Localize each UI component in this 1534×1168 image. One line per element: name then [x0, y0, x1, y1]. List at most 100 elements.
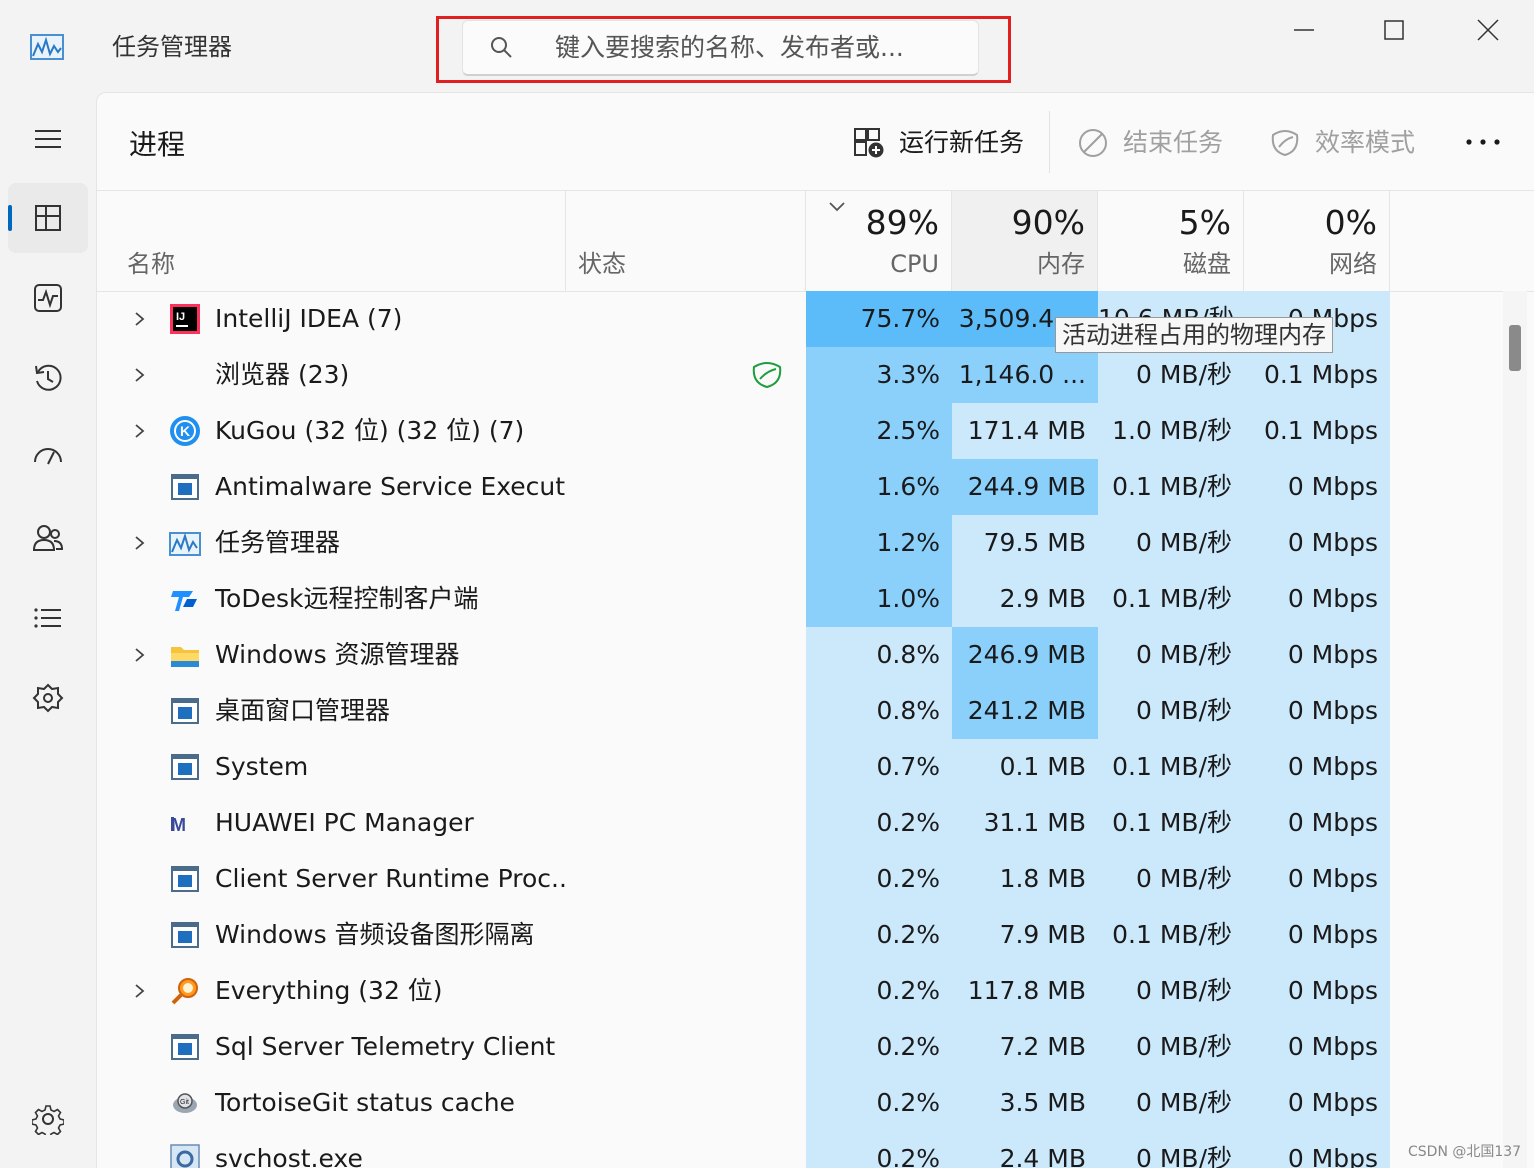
chevron-right-icon[interactable]	[133, 367, 147, 383]
disk-cell: 0.1 MB/秒	[1098, 571, 1244, 627]
network-cell: 0 Mbps	[1244, 963, 1390, 1019]
scrollbar-thumb[interactable]	[1509, 325, 1521, 371]
process-name: KuGou (32 位) (32 位) (7)	[215, 416, 525, 445]
network-cell: 0 Mbps	[1244, 1075, 1390, 1131]
process-row[interactable]: K KuGou (32 位) (32 位) (7) 2.5% 171.4 MB 1.0 …	[97, 403, 1534, 459]
disk-cell: 0.1 MB/秒	[1098, 459, 1244, 515]
process-row[interactable]: 桌面窗口管理器 0.8% 241.2 MB 0 MB/秒 0 Mbps	[97, 683, 1534, 739]
process-status-cell	[566, 291, 806, 347]
disk-cell: 0.1 MB/秒	[1098, 907, 1244, 963]
nav-item-settings[interactable]	[8, 1084, 88, 1154]
process-row[interactable]: ToDesk远程控制客户端 1.0% 2.9 MB 0.1 MB/秒 0 Mbps	[97, 571, 1534, 627]
memory-cell: 0.1 MB	[952, 739, 1098, 795]
nav-item-app-history[interactable]	[8, 343, 88, 413]
disk-cell: 0.1 MB/秒	[1098, 739, 1244, 795]
memory-cell: 2.4 MB	[952, 1131, 1098, 1168]
nav-item-services[interactable]	[8, 663, 88, 733]
prohibited-icon	[1079, 129, 1107, 157]
processes-icon	[35, 205, 61, 231]
process-row[interactable]: Git TortoiseGit status cache 0.2% 3.5 MB 0 M…	[97, 1075, 1534, 1131]
process-row[interactable]: svchost.exe 0.2% 2.4 MB 0 MB/秒 0 Mbps	[97, 1131, 1534, 1168]
process-name-cell: Antimalware Service Execut...	[97, 459, 565, 515]
network-cell: 0.1 Mbps	[1244, 347, 1390, 403]
process-name: Antimalware Service Execut...	[215, 472, 565, 501]
nav-item-users[interactable]	[8, 503, 88, 573]
vertical-scrollbar[interactable]	[1503, 291, 1527, 1168]
network-cell: 0 Mbps	[1244, 739, 1390, 795]
title-bar: 任务管理器 键入要搜索的名称、发布者或...	[0, 0, 1534, 92]
task-manager-icon	[169, 532, 201, 556]
svg-text:IJ: IJ	[176, 311, 185, 323]
nav-item-startup-apps[interactable]	[8, 423, 88, 493]
process-status-cell	[566, 403, 806, 459]
nav-item-performance[interactable]	[8, 263, 88, 333]
process-name: ToDesk远程控制客户端	[215, 584, 479, 613]
process-name-cell: svchost.exe	[97, 1131, 565, 1168]
efficiency-leaf-icon	[752, 362, 782, 389]
maximize-button[interactable]	[1374, 14, 1414, 46]
disk-cell: 0.1 MB/秒	[1098, 795, 1244, 851]
users-icon	[32, 525, 64, 551]
process-name: IntelliJ IDEA (7)	[215, 304, 403, 333]
hamburger-menu-button[interactable]	[8, 104, 88, 174]
disk-cell: 0 MB/秒	[1098, 347, 1244, 403]
column-header-memory[interactable]: 90% 内存	[952, 191, 1098, 291]
list-icon	[34, 608, 61, 628]
process-status-cell	[566, 459, 806, 515]
chevron-right-icon[interactable]	[133, 647, 147, 663]
memory-cell: 244.9 MB	[952, 459, 1098, 515]
disk-cell: 0 MB/秒	[1098, 851, 1244, 907]
process-row[interactable]: Sql Server Telemetry Client 0.2% 7.2 MB 0 M…	[97, 1019, 1534, 1075]
network-column-label: 网络	[1329, 250, 1377, 278]
process-status-cell	[566, 347, 806, 403]
process-row[interactable]: System 0.7% 0.1 MB 0.1 MB/秒 0 Mbps	[97, 739, 1534, 795]
column-header-cpu[interactable]: 89% CPU	[806, 191, 952, 291]
cpu-cell: 0.8%	[806, 627, 952, 683]
cpu-cell: 1.2%	[806, 515, 952, 571]
column-header-network[interactable]: 0% 网络	[1244, 191, 1390, 291]
network-cell: 0 Mbps	[1244, 1019, 1390, 1075]
disk-cell: 0 MB/秒	[1098, 1019, 1244, 1075]
minimize-button[interactable]	[1284, 14, 1324, 46]
column-header-disk[interactable]: 5% 磁盘	[1098, 191, 1244, 291]
column-header-status[interactable]: 状态	[566, 191, 806, 291]
process-status-cell	[566, 571, 806, 627]
run-task-icon	[854, 128, 884, 158]
process-row[interactable]: Client Server Runtime Proc... 0.2% 1.8 MB 0…	[97, 851, 1534, 907]
run-new-task-label: 运行新任务	[899, 128, 1025, 157]
chevron-right-icon[interactable]	[133, 535, 147, 551]
cpu-cell: 0.2%	[806, 1131, 952, 1168]
process-status-cell	[566, 795, 806, 851]
more-options-button[interactable]	[1463, 127, 1503, 157]
process-row[interactable]: 任务管理器 1.2% 79.5 MB 0 MB/秒 0 Mbps	[97, 515, 1534, 571]
network-cell: 0 Mbps	[1244, 571, 1390, 627]
process-row[interactable]: Windows 音频设备图形隔离 0.2% 7.9 MB 0.1 MB/秒 0 Mbps	[97, 907, 1534, 963]
process-row[interactable]: Antimalware Service Execut... 1.6% 244.9 M…	[97, 459, 1534, 515]
network-cell: 0 Mbps	[1244, 795, 1390, 851]
nav-item-processes[interactable]	[8, 183, 88, 253]
svg-text:Git: Git	[180, 1099, 189, 1106]
performance-icon	[34, 284, 62, 312]
process-status-cell	[566, 1019, 806, 1075]
process-status-cell	[566, 1075, 806, 1131]
process-status-cell	[566, 515, 806, 571]
chevron-right-icon[interactable]	[133, 983, 147, 999]
disk-cell: 0 MB/秒	[1098, 963, 1244, 1019]
window-icon	[171, 698, 199, 724]
memory-cell: 7.2 MB	[952, 1019, 1098, 1075]
chevron-right-icon[interactable]	[133, 311, 147, 327]
column-header-name[interactable]: 名称	[97, 191, 566, 291]
huawei-icon: M	[171, 815, 186, 835]
nav-item-details[interactable]	[8, 583, 88, 653]
memory-cell: 3.5 MB	[952, 1075, 1098, 1131]
process-row[interactable]: 浏览器 (23) 3.3% 1,146.0 ... 0 MB/秒 0.1 Mbps	[97, 347, 1534, 403]
process-row[interactable]: Windows 资源管理器 0.8% 246.9 MB 0 MB/秒 0 Mbps	[97, 627, 1534, 683]
process-name: TortoiseGit status cache	[215, 1088, 515, 1117]
process-row[interactable]: M HUAWEI PC Manager 0.2% 31.1 MB 0.1 MB/秒 0 M…	[97, 795, 1534, 851]
process-row[interactable]: Everything (32 位) 0.2% 117.8 MB 0 MB/秒 0 Mbp…	[97, 963, 1534, 1019]
column-name-label: 名称	[127, 250, 175, 278]
chevron-right-icon[interactable]	[133, 423, 147, 439]
close-button[interactable]	[1468, 14, 1508, 46]
task-manager-icon	[30, 34, 64, 60]
cpu-cell: 0.8%	[806, 683, 952, 739]
